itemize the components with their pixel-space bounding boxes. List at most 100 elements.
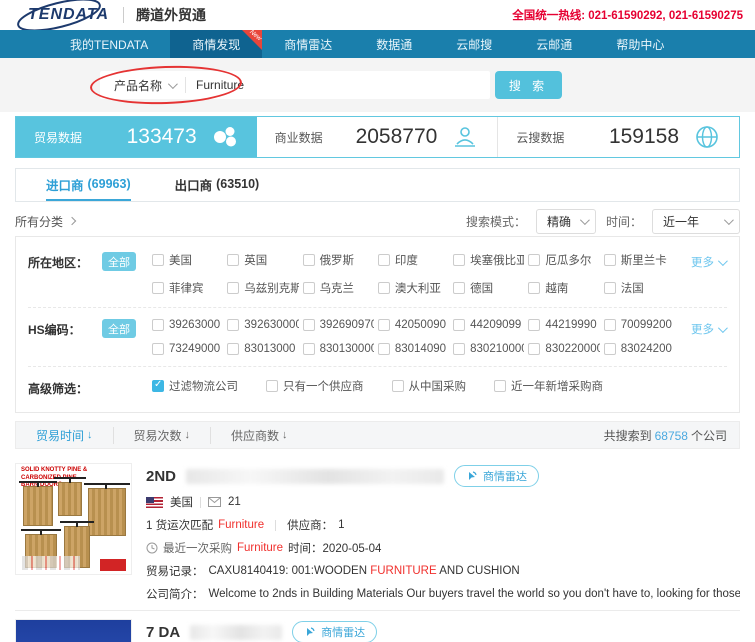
region-option[interactable]: 越南 xyxy=(528,280,599,296)
hscode-option[interactable]: 3926909709 xyxy=(303,319,374,331)
nav-item-help-center[interactable]: 帮助中心 xyxy=(594,30,686,58)
region-option[interactable]: 厄瓜多尔 xyxy=(528,252,599,268)
region-option[interactable]: 英国 xyxy=(227,252,298,268)
checkbox[interactable] xyxy=(528,343,540,355)
nav-item-cloud-mail-pass[interactable]: 云邮通 xyxy=(514,30,594,58)
checkbox[interactable] xyxy=(152,282,164,294)
advanced-option-filter-logistics[interactable]: 过滤物流公司 xyxy=(152,378,238,394)
checkbox[interactable] xyxy=(453,282,465,294)
checkbox[interactable] xyxy=(227,254,239,266)
tab-exporters[interactable]: 出口商 (63510) xyxy=(175,169,260,201)
search-mode-select[interactable]: 精确 xyxy=(536,209,596,234)
search-button[interactable]: 搜 索 xyxy=(495,71,562,99)
stats-bar: 贸易数据 133473 商业数据 2058770 云搜数据 159158 xyxy=(15,116,740,158)
hscode-option[interactable]: 8302100000 xyxy=(453,343,524,355)
all-categories-link[interactable]: 所有分类 xyxy=(15,213,75,230)
checkbox[interactable] xyxy=(303,343,315,355)
tendata-logo: TENDATA xyxy=(22,4,115,26)
search-field-selector[interactable]: 产品名称 xyxy=(100,77,185,94)
time-select[interactable]: 近一年 xyxy=(652,209,740,234)
checkbox[interactable] xyxy=(453,254,465,266)
search-mode-label: 搜索模式： xyxy=(466,213,526,230)
hscode-option[interactable]: 42050090 xyxy=(378,319,449,331)
checkbox[interactable] xyxy=(152,343,164,355)
checkbox[interactable] xyxy=(528,319,540,331)
company-name[interactable]: 7 DA xyxy=(146,624,180,641)
hscode-all-button[interactable]: 全部 xyxy=(102,319,136,338)
sort-by-trade-time[interactable]: 贸易时间↓ xyxy=(28,427,114,444)
hscode-option[interactable]: 70099200 xyxy=(604,319,675,331)
stat-trade-data[interactable]: 贸易数据 133473 xyxy=(16,117,257,157)
hscode-option[interactable]: 8302200000 xyxy=(528,343,599,355)
checkbox[interactable] xyxy=(266,380,278,392)
hscode-option[interactable]: 83024200 xyxy=(604,343,675,355)
checkbox[interactable] xyxy=(303,254,315,266)
region-option[interactable]: 印度 xyxy=(378,252,449,268)
checkbox[interactable] xyxy=(392,380,404,392)
checkbox[interactable] xyxy=(378,319,390,331)
barn-door-graphic xyxy=(23,486,53,526)
region-option[interactable]: 菲律宾 xyxy=(152,280,223,296)
result-thumbnail-barn-doors: SOLID KNOTTY PINE & CARBONIZED PINE BARN… xyxy=(15,463,132,575)
nav-item-my-tendata[interactable]: 我的TENDATA xyxy=(48,30,170,58)
molecule-icon xyxy=(211,124,239,150)
sort-by-trade-count[interactable]: 贸易次数↓ xyxy=(114,427,212,444)
region-option[interactable]: 斯里兰卡 xyxy=(604,252,675,268)
hscode-option[interactable]: 73249000 xyxy=(152,343,223,355)
nav-item-business-discovery[interactable]: 商情发现 New xyxy=(170,30,262,58)
region-all-button[interactable]: 全部 xyxy=(102,252,136,271)
region-option[interactable]: 美国 xyxy=(152,252,223,268)
business-radar-button[interactable]: 商情雷达 xyxy=(292,621,377,642)
sort-by-supplier-count[interactable]: 供应商数↓ xyxy=(211,427,308,444)
region-option[interactable]: 埃塞俄比亚 xyxy=(453,252,524,268)
region-option[interactable]: 乌克兰 xyxy=(303,280,374,296)
region-more-link[interactable]: 更多 xyxy=(691,254,725,270)
checkbox[interactable] xyxy=(604,343,616,355)
stat-business-data[interactable]: 商业数据 2058770 xyxy=(257,117,499,157)
hscode-option[interactable]: 44219990 xyxy=(528,319,599,331)
advanced-option-buy-from-china[interactable]: 从中国采购 xyxy=(392,378,467,394)
checkbox[interactable] xyxy=(227,282,239,294)
checkbox[interactable] xyxy=(378,343,390,355)
checkbox[interactable] xyxy=(152,254,164,266)
checkbox[interactable] xyxy=(303,319,315,331)
checkbox[interactable] xyxy=(604,319,616,331)
tab-importers[interactable]: 进口商 (69963) xyxy=(46,169,131,201)
nav-item-cloud-mail-search[interactable]: 云邮搜 xyxy=(434,30,514,58)
checkbox[interactable] xyxy=(494,380,506,392)
checkbox[interactable] xyxy=(227,319,239,331)
business-radar-button[interactable]: 商情雷达 xyxy=(454,465,539,487)
region-option[interactable]: 乌兹别克斯... xyxy=(227,280,298,296)
checkbox[interactable] xyxy=(453,319,465,331)
checkbox[interactable] xyxy=(604,254,616,266)
hscode-option[interactable]: 39263000 xyxy=(152,319,223,331)
nav-item-data-pass[interactable]: 数据通 xyxy=(354,30,434,58)
region-option[interactable]: 法国 xyxy=(604,280,675,296)
checkbox[interactable] xyxy=(303,282,315,294)
hscode-option[interactable]: 8301300000 xyxy=(303,343,374,355)
checkbox[interactable] xyxy=(528,254,540,266)
region-option[interactable]: 德国 xyxy=(453,280,524,296)
checkbox[interactable] xyxy=(378,254,390,266)
advanced-option-new-buyers[interactable]: 近一年新增采购商 xyxy=(494,378,603,394)
hscode-option[interactable]: 44209099 xyxy=(453,319,524,331)
hscode-option[interactable]: 83014090 xyxy=(378,343,449,355)
region-option[interactable]: 澳大利亚 xyxy=(378,280,449,296)
nav-item-business-radar[interactable]: 商情雷达 xyxy=(262,30,354,58)
advanced-option-single-supplier[interactable]: 只有一个供应商 xyxy=(266,378,364,394)
company-country: 美国 xyxy=(170,494,193,510)
checkbox[interactable] xyxy=(227,343,239,355)
checkbox[interactable] xyxy=(604,282,616,294)
hscode-option[interactable]: 3926300000 xyxy=(227,319,298,331)
stat-cloud-search-data[interactable]: 云搜数据 159158 xyxy=(498,117,739,157)
hscode-more-link[interactable]: 更多 xyxy=(691,321,725,337)
checkbox[interactable] xyxy=(378,282,390,294)
checkbox[interactable] xyxy=(453,343,465,355)
region-option[interactable]: 俄罗斯 xyxy=(303,252,374,268)
search-input[interactable] xyxy=(186,78,490,92)
company-name[interactable]: 2ND xyxy=(146,468,176,485)
checkbox[interactable] xyxy=(528,282,540,294)
hscode-option[interactable]: 83013000 xyxy=(227,343,298,355)
checkbox[interactable] xyxy=(152,380,164,392)
checkbox[interactable] xyxy=(152,319,164,331)
